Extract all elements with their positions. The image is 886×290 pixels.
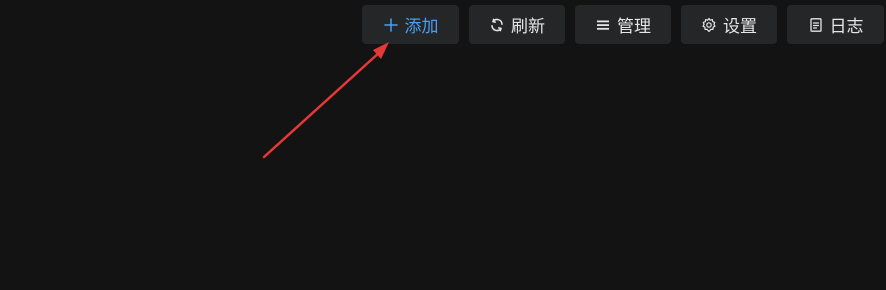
red-arrow-pointer — [262, 42, 389, 159]
